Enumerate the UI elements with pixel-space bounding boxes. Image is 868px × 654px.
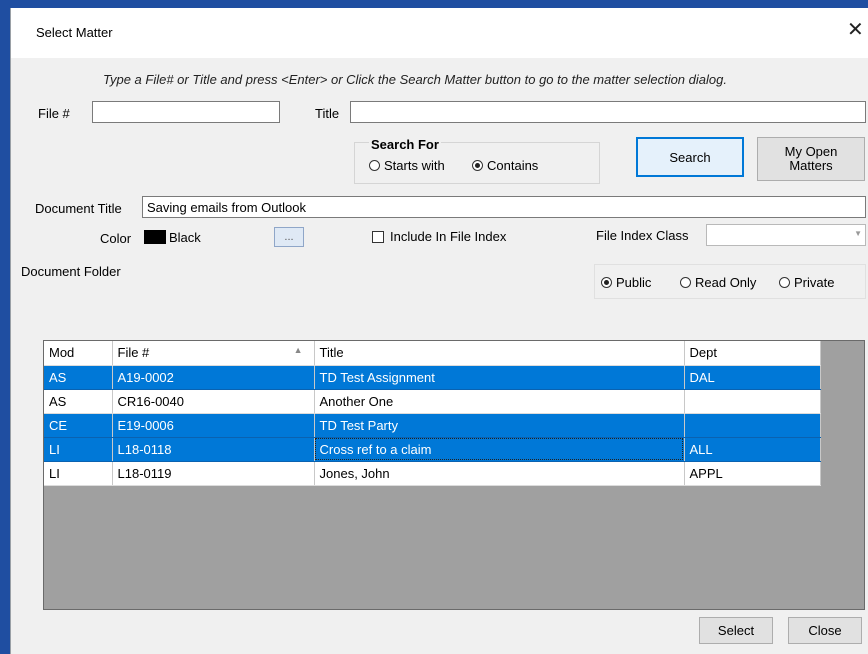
column-header-label: Mod (49, 345, 75, 361)
close-button[interactable]: Close (788, 617, 862, 644)
search-for-group: Search For Starts with Contains (354, 137, 600, 184)
cell-file-number: A19-0002 (112, 365, 315, 390)
table-row[interactable]: CE E19-0006 TD Test Party (44, 413, 821, 438)
table-row[interactable]: AS A19-0002 TD Test Assignment DAL (44, 365, 821, 390)
close-icon[interactable]: ✕ (847, 20, 864, 40)
chevron-down-icon[interactable]: ▼ (854, 229, 862, 238)
radio-starts-with[interactable]: Starts with (369, 158, 445, 173)
radio-label: Private (794, 275, 835, 290)
file-number-input[interactable] (92, 101, 280, 123)
instruction-hint: Type a File# or Title and press <Enter> … (103, 72, 727, 87)
radio-read-only[interactable]: Read Only (680, 275, 756, 290)
table-row[interactable]: LI L18-0119 Jones, John APPL (44, 461, 821, 486)
cell-title: TD Test Assignment (314, 365, 685, 390)
color-value: Black (144, 227, 274, 247)
title-label: Title (315, 106, 340, 121)
radio-indicator (779, 277, 790, 288)
cell-mod: CE (44, 413, 113, 438)
color-label: Color (100, 231, 132, 246)
table-row[interactable]: LI L18-0118 Cross ref to a claim ALL (44, 437, 821, 462)
cell-dept (684, 389, 821, 414)
radio-indicator (601, 277, 612, 288)
cell-mod: LI (44, 437, 113, 462)
color-picker-button[interactable]: ... (274, 227, 304, 247)
column-header-label: Dept (689, 345, 717, 361)
matter-grid[interactable]: Mod File # ▲ Title Dept AS A19-0002 TD Te… (43, 340, 865, 610)
radio-private[interactable]: Private (779, 275, 834, 290)
cell-mod: AS (44, 365, 113, 390)
column-header-title[interactable]: Title (314, 341, 685, 366)
file-index-class-label: File Index Class (596, 228, 689, 243)
column-header-label: Title (319, 345, 344, 361)
cell-file-number: L18-0119 (112, 461, 315, 486)
matter-table: Mod File # ▲ Title Dept AS A19-0002 TD Te… (44, 341, 821, 486)
radio-contains[interactable]: Contains (472, 158, 538, 173)
column-header-file-number[interactable]: File # ▲ (112, 341, 315, 366)
cell-mod: AS (44, 389, 113, 414)
sort-ascending-icon: ▲ (293, 345, 303, 356)
radio-indicator (472, 160, 483, 171)
select-matter-dialog: Select Matter ✕ Type a File# or Title an… (10, 8, 868, 654)
document-title-input[interactable] (142, 196, 866, 218)
document-title-label: Document Title (35, 201, 122, 216)
visibility-group: Public Read Only Private (594, 264, 866, 299)
table-row[interactable]: AS CR16-0040 Another One (44, 389, 821, 414)
column-header-dept[interactable]: Dept (684, 341, 821, 366)
file-number-label: File # (38, 106, 70, 121)
radio-label: Read Only (695, 275, 757, 290)
radio-label: Starts with (384, 158, 445, 173)
cell-dept: DAL (684, 365, 821, 390)
color-swatch (144, 230, 166, 244)
cell-dept: APPL (684, 461, 821, 486)
dialog-title: Select Matter (36, 25, 113, 40)
cell-dept (684, 413, 821, 438)
title-input[interactable] (350, 101, 866, 123)
radio-label: Public (616, 275, 652, 290)
cell-file-number: CR16-0040 (112, 389, 315, 414)
radio-public[interactable]: Public (601, 275, 651, 290)
title-bar[interactable]: Select Matter ✕ (11, 8, 868, 58)
header-row: Mod File # ▲ Title Dept (44, 341, 821, 366)
column-header-label: File # (117, 345, 150, 361)
file-index-class-select[interactable]: ▼ (706, 224, 866, 246)
cell-mod: LI (44, 461, 113, 486)
select-button[interactable]: Select (699, 617, 773, 644)
cell-title: TD Test Party (314, 413, 685, 438)
search-for-label: Search For (369, 137, 441, 152)
color-name: Black (169, 229, 201, 245)
checkbox-box (372, 230, 384, 243)
include-in-file-index-checkbox[interactable]: Include In File Index (372, 229, 506, 244)
search-button[interactable]: Search (636, 137, 744, 177)
include-in-file-index-label: Include In File Index (390, 229, 507, 244)
cell-file-number: E19-0006 (112, 413, 315, 438)
radio-label: Contains (487, 158, 539, 173)
document-folder-label: Document Folder (21, 264, 121, 279)
cell-dept: ALL (684, 437, 821, 462)
cell-title: Another One (314, 389, 685, 414)
radio-indicator (369, 160, 380, 171)
my-open-matters-button[interactable]: My Open Matters (757, 137, 865, 181)
radio-indicator (680, 277, 691, 288)
cell-file-number: L18-0118 (112, 437, 315, 462)
column-header-mod[interactable]: Mod (44, 341, 113, 366)
cell-title: Jones, John (314, 461, 685, 486)
cell-title: Cross ref to a claim (314, 437, 685, 462)
